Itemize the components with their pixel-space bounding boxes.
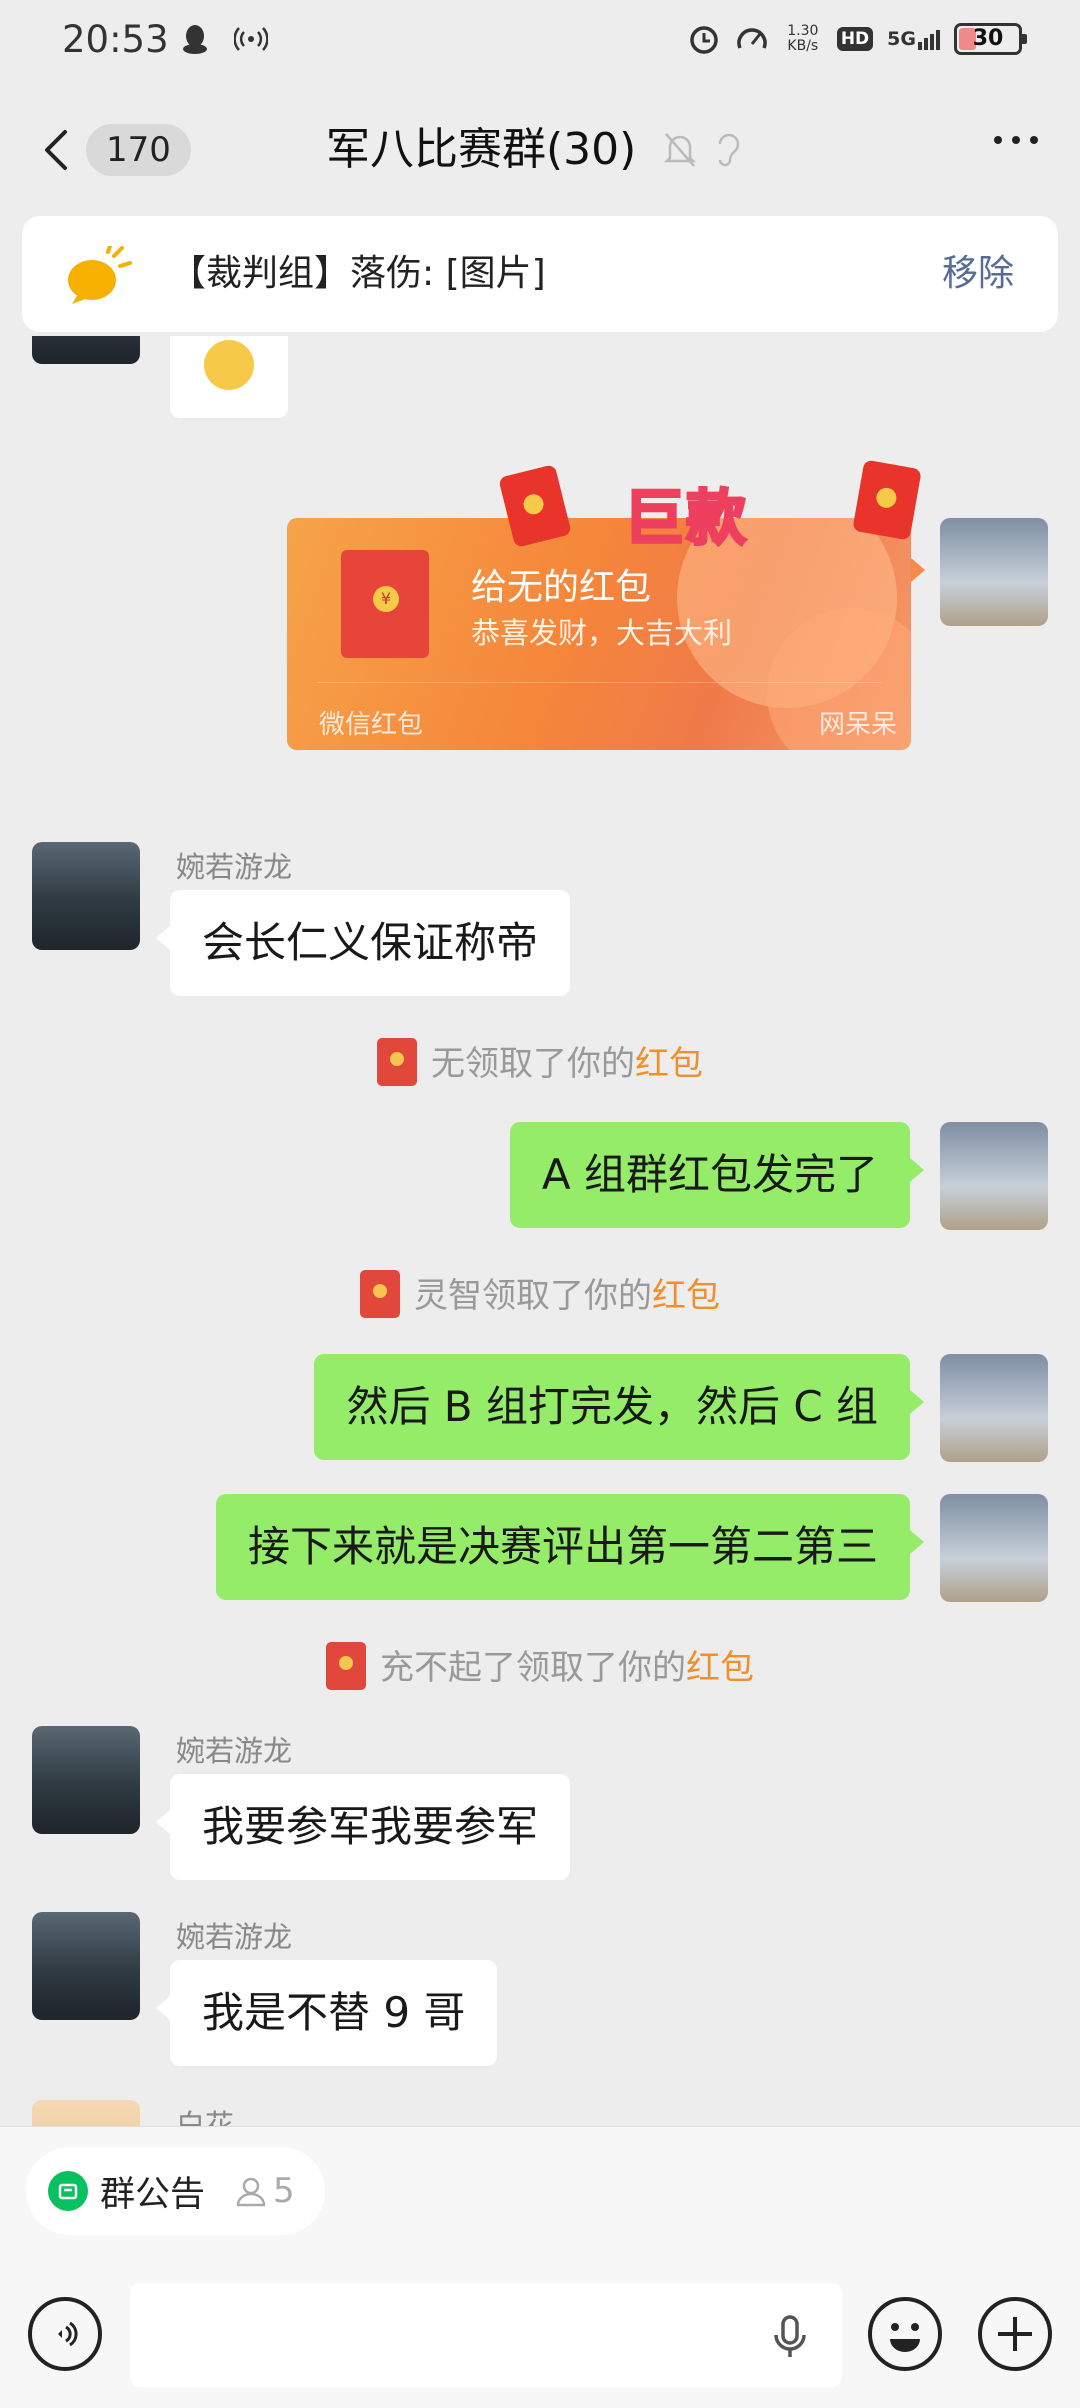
system-notice-text: 充不起了领取了你的 (380, 1648, 686, 1688)
laughing-emoji-icon (204, 340, 254, 390)
avatar[interactable] (32, 842, 140, 950)
pinned-text: 【裁判组】落伤: [图片] (170, 253, 546, 294)
earpiece-icon (714, 128, 742, 174)
red-packet-link[interactable]: 红包 (635, 1044, 703, 1084)
announcement-count: 5 (273, 2171, 295, 2211)
avatar[interactable] (940, 518, 1048, 626)
speed-value: 1.30 (787, 23, 819, 39)
avatar[interactable] (32, 336, 140, 364)
gauge-icon (735, 22, 769, 56)
qq-penguin-icon (178, 22, 212, 56)
chat-title[interactable]: 军八比赛群(30) (326, 122, 636, 178)
group-announcement-chip[interactable]: 群公告 5 (26, 2147, 325, 2235)
chat-header: 170 军八比赛群(30) (0, 100, 1080, 200)
system-notice-text: 无领取了你的 (431, 1044, 635, 1084)
network-type: 5G (887, 28, 916, 50)
voice-input-button[interactable] (28, 2297, 102, 2371)
red-envelope-icon: ¥ (341, 550, 429, 658)
signal-bars-icon (918, 30, 940, 50)
remove-pinned-button[interactable]: 移除 (942, 216, 1014, 332)
avatar[interactable] (940, 1354, 1048, 1462)
dot-icon (1012, 136, 1020, 144)
message-input[interactable] (130, 2283, 842, 2387)
sender-name: 婉若游龙 (176, 1734, 293, 1768)
message-bubble[interactable]: 我要参军我要参军 (155, 1774, 571, 1880)
announcement-reader-count: 5 (235, 2171, 295, 2211)
bottom-panel: 群公告 5 (0, 2126, 1080, 2408)
message-bubble[interactable]: 会长仁义保证称帝 (155, 890, 571, 996)
red-packet-link[interactable]: 红包 (686, 1648, 754, 1688)
battery-percent: 30 (972, 26, 1004, 51)
system-notice-text: 灵智领取了你的 (414, 1276, 652, 1316)
announcement-icon (48, 2171, 88, 2211)
pinned-message-banner[interactable]: 【裁判组】落伤: [图片] 移除 (22, 216, 1058, 332)
red-packet-link[interactable]: 红包 (652, 1276, 720, 1316)
back-button[interactable] (36, 124, 76, 176)
message-bubble[interactable]: A 组群红包发完了 (509, 1122, 925, 1228)
coin-icon: ¥ (373, 586, 399, 612)
red-envelope-icon (852, 459, 922, 541)
chat-bubble-sun-icon (64, 244, 134, 310)
emoji-button[interactable] (868, 2297, 942, 2371)
dot-icon (994, 136, 1002, 144)
speed-unit: KB/s (787, 38, 819, 54)
more-options-button[interactable] (994, 136, 1038, 144)
message-bubble[interactable]: 接下来就是决赛评出第一第二第三 (215, 1494, 925, 1600)
status-right-icons: 1.30 KB/s HD 5G 30 (687, 22, 1027, 56)
announcement-label: 群公告 (100, 2174, 206, 2215)
hd-badge: HD (836, 27, 874, 51)
red-packet-greeting: 恭喜发财，大吉大利 (471, 616, 733, 650)
red-envelope-icon (360, 1269, 400, 1318)
jukuan-banner-text: 巨款 (623, 483, 748, 556)
avatar[interactable] (32, 2100, 140, 2126)
chat-area[interactable]: ¥ 给无的红包 恭喜发财，大吉大利 微信红包 网呆呆 巨款 婉若游龙 会长仁义保… (0, 336, 1080, 2126)
avatar[interactable] (32, 1726, 140, 1834)
battery-icon: 30 (954, 23, 1027, 55)
unread-count-badge[interactable]: 170 (86, 124, 191, 176)
more-functions-button[interactable] (978, 2297, 1052, 2371)
avatar[interactable] (940, 1122, 1048, 1230)
avatar[interactable] (32, 1912, 140, 2020)
alarm-icon (687, 22, 721, 56)
jukuan-sticker: 巨款 (498, 459, 922, 556)
microphone-icon[interactable] (770, 2313, 810, 2365)
sender-name: 婉若游龙 (176, 1920, 293, 1954)
status-left-icons (178, 22, 268, 56)
sender-name: 白花 (176, 2108, 235, 2126)
emoji-message-bubble[interactable] (170, 336, 288, 418)
input-bar (0, 2263, 1080, 2408)
red-envelope-icon (498, 464, 572, 548)
person-icon (236, 2177, 266, 2207)
status-time: 20:53 (62, 18, 169, 61)
message-bubble[interactable]: 我是不替 9 哥 (155, 1960, 498, 2066)
signal-indicator: 5G (887, 28, 940, 50)
red-envelope-icon (377, 1037, 417, 1086)
red-packet-title: 给无的红包 (471, 567, 652, 608)
avatar[interactable] (940, 1494, 1048, 1602)
chevron-left-icon (45, 130, 67, 170)
system-notice: 无领取了你的红包 (0, 1036, 1080, 1090)
message-bubble[interactable]: 然后 B 组打完发，然后 C 组 (314, 1354, 924, 1460)
status-bar: 20:53 1.30 KB/s HD 5G 30 (0, 0, 1080, 84)
plus-icon (998, 2317, 1032, 2351)
system-notice: 灵智领取了你的红包 (0, 1268, 1080, 1322)
network-speed: 1.30 KB/s (783, 24, 823, 54)
system-notice: 充不起了领取了你的红包 (0, 1640, 1080, 1694)
dot-icon (1030, 136, 1038, 144)
red-packet-watermark: 网呆呆 (818, 710, 897, 740)
sound-wave-icon (58, 2321, 78, 2347)
mute-bell-icon (662, 130, 698, 174)
sender-name: 婉若游龙 (176, 850, 293, 884)
hotspot-icon (234, 22, 268, 56)
red-envelope-icon (326, 1641, 366, 1690)
red-packet-brand: 微信红包 (319, 710, 424, 740)
smiley-icon (890, 2323, 920, 2352)
